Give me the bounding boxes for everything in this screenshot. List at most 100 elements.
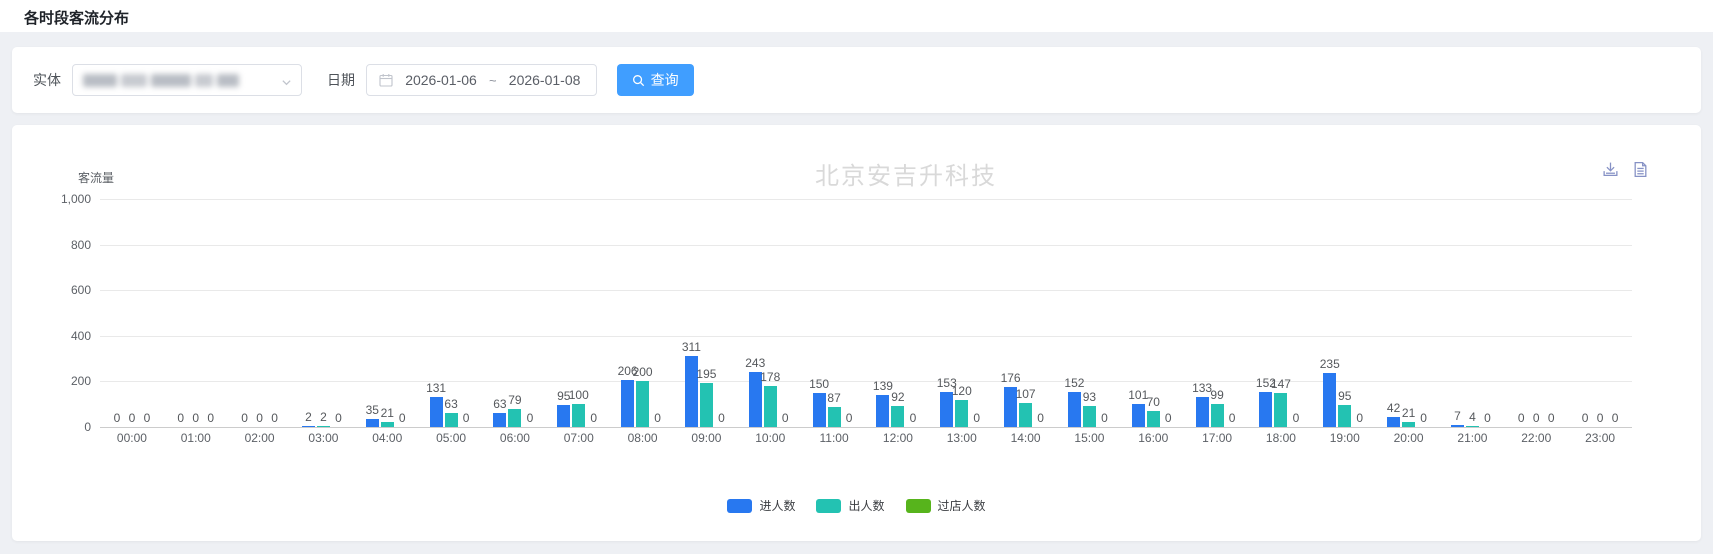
bar-value-label: 0: [177, 411, 184, 425]
bar-value-label: 0: [129, 411, 136, 425]
bar-value-label: 0: [241, 411, 248, 425]
bar-value-label: 0: [1356, 411, 1363, 425]
bar-value-label: 0: [590, 411, 597, 425]
bar-value-label: 195: [696, 367, 716, 381]
bar-出人数-05:00: [445, 413, 458, 427]
x-axis-tick-label: 19:00: [1330, 431, 1360, 445]
entity-select[interactable]: [72, 64, 302, 96]
bar-出人数-21:00: [1466, 426, 1479, 427]
legend-label: 出人数: [848, 497, 884, 514]
bar-value-label: 21: [381, 406, 394, 420]
bar-出人数-17:00: [1211, 404, 1224, 427]
bar-出人数-10:00: [764, 386, 777, 427]
bar-value-label: 2: [305, 410, 312, 424]
chevron-down-icon: [281, 75, 292, 86]
bar-value-label: 4: [1469, 410, 1476, 424]
bar-value-label: 21: [1402, 406, 1415, 420]
x-axis-tick-label: 02:00: [245, 431, 275, 445]
bar-value-label: 0: [144, 411, 151, 425]
bar-出人数-14:00: [1019, 403, 1032, 427]
legend-item-出人数[interactable]: 出人数: [816, 497, 884, 514]
legend-item-进人数[interactable]: 进人数: [727, 497, 795, 514]
bar-出人数-13:00: [955, 400, 968, 427]
y-axis-title: 客流量: [78, 169, 114, 186]
bar-value-label: 0: [1597, 411, 1604, 425]
gridline: [100, 199, 1632, 200]
bar-value-label: 101: [1128, 388, 1148, 402]
x-axis-tick-label: 05:00: [436, 431, 466, 445]
bar-出人数-15:00: [1083, 406, 1096, 427]
x-axis-line: [100, 427, 1632, 428]
date-range-separator: ~: [489, 73, 497, 88]
y-axis-tick-label: 1,000: [61, 192, 100, 206]
bar-进人数-17:00: [1196, 397, 1209, 427]
bar-value-label: 2: [320, 410, 327, 424]
x-axis-tick-label: 20:00: [1394, 431, 1424, 445]
legend-swatch: [906, 499, 931, 513]
bar-value-label: 243: [745, 356, 765, 370]
bar-进人数-21:00: [1451, 425, 1464, 427]
bar-value-label: 147: [1271, 377, 1291, 391]
bar-value-label: 63: [493, 397, 506, 411]
bar-进人数-08:00: [621, 380, 634, 427]
query-button[interactable]: 查询: [617, 64, 694, 96]
bar-value-label: 0: [1518, 411, 1525, 425]
bar-value-label: 0: [256, 411, 263, 425]
bar-value-label: 0: [782, 411, 789, 425]
document-icon[interactable]: [1632, 161, 1649, 178]
bar-进人数-04:00: [366, 419, 379, 427]
bar-value-label: 0: [846, 411, 853, 425]
query-button-label: 查询: [651, 70, 679, 90]
legend-swatch: [727, 499, 752, 513]
x-axis-tick-label: 06:00: [500, 431, 530, 445]
date-end-input[interactable]: 2026-01-08: [506, 72, 584, 88]
bar-value-label: 0: [463, 411, 470, 425]
bar-value-label: 99: [1210, 388, 1223, 402]
bar-进人数-06:00: [493, 413, 506, 427]
bar-chart-plot: 02004006008001,00000000:0000001:0000002:…: [100, 199, 1632, 427]
x-axis-tick-label: 12:00: [883, 431, 913, 445]
chart-panel: 北京安吉升科技 客流量 02004006008001,00000000:0000…: [12, 125, 1701, 541]
bar-value-label: 133: [1192, 381, 1212, 395]
legend-item-过店人数[interactable]: 过店人数: [906, 497, 986, 514]
bar-value-label: 35: [366, 403, 379, 417]
bar-value-label: 311: [682, 340, 701, 354]
bar-进人数-18:00: [1259, 392, 1272, 427]
bar-出人数-07:00: [572, 404, 585, 427]
download-icon[interactable]: [1602, 161, 1619, 178]
x-axis-tick-label: 00:00: [117, 431, 147, 445]
bar-value-label: 0: [114, 411, 121, 425]
bar-出人数-11:00: [828, 407, 841, 427]
bar-value-label: 0: [1420, 411, 1427, 425]
bar-value-label: 0: [1293, 411, 1300, 425]
bar-value-label: 0: [192, 411, 199, 425]
date-range-picker[interactable]: 2026-01-06 ~ 2026-01-08: [366, 64, 597, 96]
x-axis-tick-label: 15:00: [1074, 431, 1104, 445]
y-axis-tick-label: 600: [71, 283, 100, 297]
bar-value-label: 70: [1147, 395, 1160, 409]
bar-value-label: 92: [891, 390, 904, 404]
x-axis-tick-label: 11:00: [820, 431, 849, 445]
legend-label: 过店人数: [938, 497, 986, 514]
bar-value-label: 0: [1229, 411, 1236, 425]
bar-value-label: 139: [873, 379, 893, 393]
entity-label: 实体: [33, 70, 61, 90]
x-axis-tick-label: 21:00: [1457, 431, 1487, 445]
page-header: 各时段客流分布: [0, 0, 1713, 32]
bar-value-label: 131: [426, 381, 446, 395]
x-axis-tick-label: 23:00: [1585, 431, 1615, 445]
bar-出人数-18:00: [1274, 393, 1287, 427]
bar-value-label: 0: [1548, 411, 1555, 425]
bar-value-label: 0: [1612, 411, 1619, 425]
bar-value-label: 0: [527, 411, 534, 425]
gridline: [100, 290, 1632, 291]
x-axis-tick-label: 18:00: [1266, 431, 1296, 445]
bar-value-label: 0: [1533, 411, 1540, 425]
x-axis-tick-label: 03:00: [308, 431, 338, 445]
date-start-input[interactable]: 2026-01-06: [402, 72, 480, 88]
bar-value-label: 0: [1037, 411, 1044, 425]
bar-value-label: 93: [1083, 390, 1096, 404]
bar-进人数-11:00: [813, 393, 826, 427]
bar-value-label: 235: [1320, 357, 1340, 371]
bar-value-label: 0: [910, 411, 917, 425]
